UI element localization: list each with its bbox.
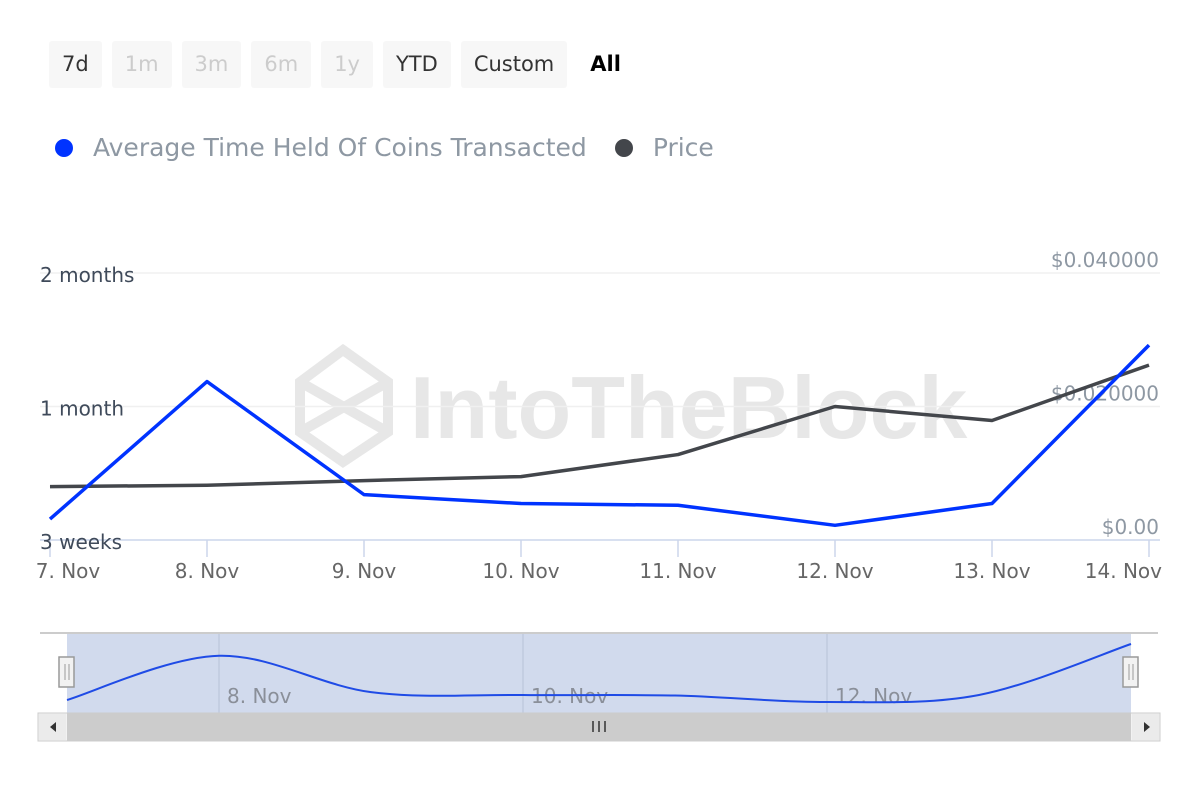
navigator-handle-left[interactable] xyxy=(58,656,75,688)
navigator-handle-right[interactable] xyxy=(1122,656,1139,688)
left-axis: 3 weeks 1 month 2 months xyxy=(40,263,134,554)
right-tick-label: $0.00 xyxy=(1102,515,1159,539)
x-tick-label: 14. Nov xyxy=(1085,559,1162,583)
watermark-text: IntoTheBlock xyxy=(410,358,968,457)
x-tick-label: 9. Nov xyxy=(332,559,397,583)
navigator: 8. Nov 10. Nov 12. Nov xyxy=(40,632,1158,713)
left-tick-label: 2 months xyxy=(40,263,134,287)
x-tick-label: 11. Nov xyxy=(639,559,716,583)
scrollbar[interactable] xyxy=(37,712,1161,742)
x-tick-label: 12. Nov xyxy=(796,559,873,583)
scrollbar-right-button[interactable] xyxy=(1132,714,1159,740)
x-axis: 7. Nov 8. Nov 9. Nov 10. Nov 11. Nov 12. Nov 1… xyxy=(36,539,1162,583)
right-tick-label: $0.040000 xyxy=(1051,248,1159,272)
left-tick-label: 1 month xyxy=(40,397,124,421)
navigator-tick-label: 12. Nov xyxy=(835,684,912,708)
scrollbar-left-button[interactable] xyxy=(39,714,66,740)
x-tick-label: 8. Nov xyxy=(175,559,240,583)
left-tick-label: 3 weeks xyxy=(40,530,122,554)
chart: IntoTheBlock 7. Nov 8. Nov 9. Nov 10. Nov 11… xyxy=(36,248,1162,742)
x-tick-label: 13. Nov xyxy=(953,559,1030,583)
x-tick-label: 7. Nov xyxy=(36,559,101,583)
x-tick-label: 10. Nov xyxy=(482,559,559,583)
navigator-tick-label: 8. Nov xyxy=(227,684,292,708)
